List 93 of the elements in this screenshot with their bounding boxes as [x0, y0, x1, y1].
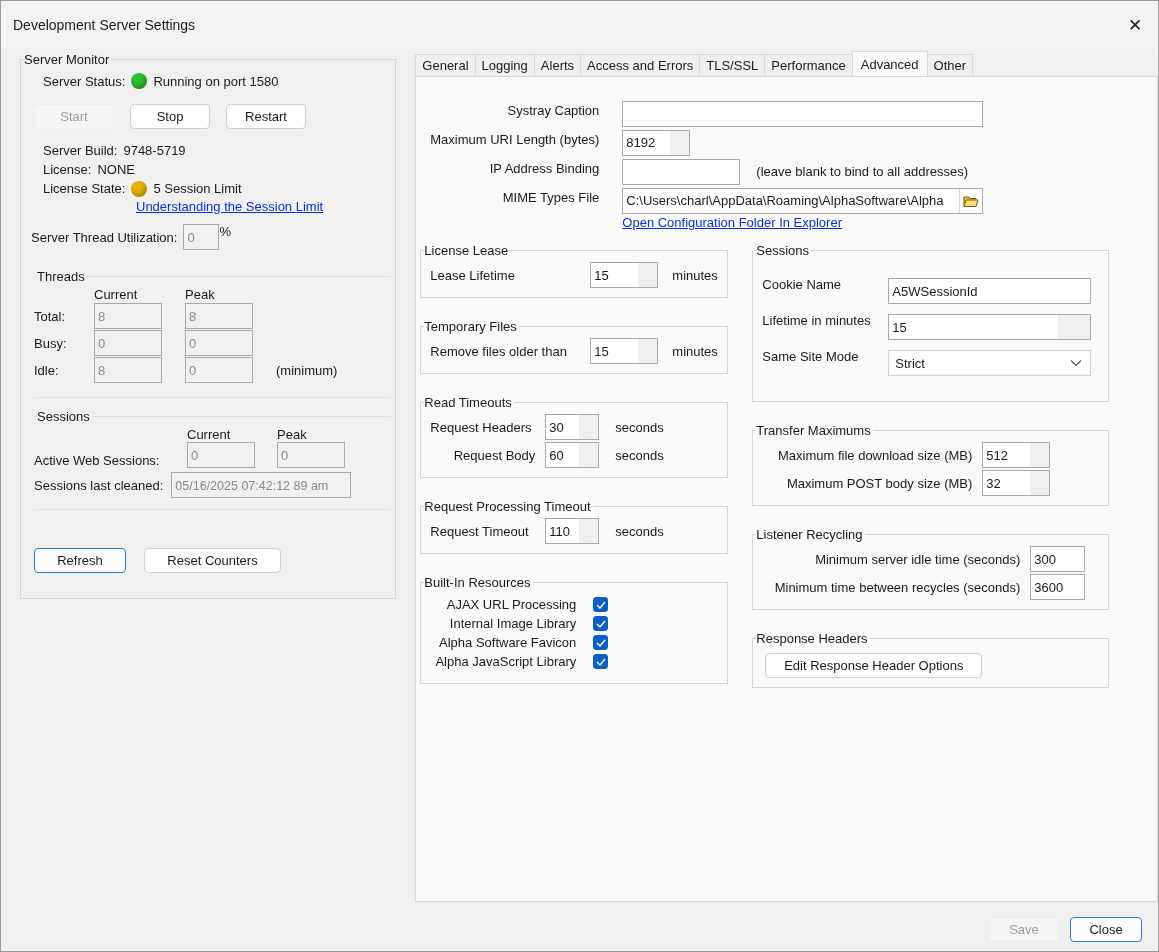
tab[interactable]: General [415, 54, 476, 76]
chevron-down-icon [1070, 359, 1083, 367]
field-label: Minimum time between recycles (seconds) [773, 579, 1021, 595]
unit-label: seconds [615, 523, 664, 539]
checkbox[interactable] [593, 597, 609, 612]
unit-label: seconds [615, 419, 664, 435]
row-label: Total: [34, 308, 67, 324]
row-label: Idle: [34, 362, 60, 378]
column-header: Current [94, 287, 139, 302]
group-title: Transfer Maximums [756, 423, 873, 438]
session-limit-link[interactable]: Understanding the Session Limit [136, 199, 324, 214]
column-header: Peak [277, 427, 308, 442]
percent-sign: % [219, 224, 231, 239]
unit-label: minutes [672, 267, 718, 283]
group-title: Listener Recycling [756, 527, 865, 542]
info-value: 9748-5719 [123, 143, 186, 158]
column-header: Peak [185, 287, 216, 302]
text-field[interactable] [622, 158, 741, 185]
monitor-action-button[interactable]: Reset Counters [144, 548, 281, 573]
field-label: Maximum file download size (MB) [776, 447, 973, 463]
field-label: Request Body [452, 447, 536, 463]
group-title: Request Processing Timeout [424, 499, 593, 514]
field-label: Alpha JavaScript Library [434, 654, 577, 669]
edit-headers-button[interactable]: Edit Response Header Options [765, 652, 983, 678]
info-label: Server Build: [43, 143, 118, 158]
field-label: Alpha Software Favicon [438, 635, 577, 650]
text-field[interactable]: 3600 [1030, 574, 1086, 600]
column-header: Current [187, 427, 232, 442]
group-title: Built-In Resources [424, 575, 533, 590]
number-field[interactable]: 30 [545, 414, 600, 440]
group-title: Sessions [756, 243, 812, 258]
field-label: Lease Lifetime [430, 267, 516, 283]
field-label: IP Address Binding [488, 161, 600, 176]
field-label: Maximum POST body size (MB) [785, 475, 973, 491]
row-label: Active Web Sessions: [34, 453, 161, 468]
text-field[interactable]: A5WSessionId [888, 278, 1092, 304]
window-title: Development Server Settings [13, 17, 196, 33]
checkbox[interactable] [593, 616, 609, 631]
field-label: Systray Caption [506, 103, 600, 118]
number-field[interactable]: 15 [590, 262, 659, 288]
field-label: Request Headers [430, 419, 533, 435]
info-value: NONE [97, 162, 135, 177]
field-label: MIME Types File [501, 190, 600, 205]
number-field[interactable]: 60 [545, 442, 600, 468]
text-field[interactable] [622, 100, 984, 127]
server-control-button[interactable]: Restart [226, 104, 306, 129]
row-label: Sessions last cleaned: [34, 477, 164, 493]
group-title: Read Timeouts [424, 395, 514, 410]
row-label: Busy: [34, 335, 68, 351]
utilization-label: Server Thread Utilization: [31, 229, 178, 245]
dialog-button[interactable]: Close [1070, 917, 1142, 942]
field-label: Lifetime in minutes [762, 313, 872, 328]
field-label: Request Timeout [430, 523, 530, 539]
note-text: (minimum) [276, 362, 339, 378]
group-title: Response Headers [756, 631, 870, 646]
text-field[interactable]: 300 [1030, 546, 1086, 572]
field-label: Same Site Mode [762, 349, 860, 364]
close-button[interactable]: ✕ [1112, 1, 1158, 49]
group-title: Temporary Files [424, 319, 519, 334]
status-text: Running on port 1580 [153, 73, 279, 89]
field-label: Remove files older than [430, 343, 568, 359]
info-label: License: [43, 162, 92, 177]
config-folder-link[interactable]: Open Configuration Folder In Explorer [622, 215, 842, 230]
group-title: Threads [37, 269, 87, 284]
number-field[interactable]: 110 [545, 518, 600, 544]
info-label: License State: [43, 181, 126, 196]
field-label: Cookie Name [762, 277, 843, 292]
status-label: Server Status: [43, 73, 126, 89]
info-value: 5 Session Limit [153, 181, 242, 196]
field-label: Internal Image Library [448, 616, 577, 631]
checkbox[interactable] [593, 654, 609, 669]
unit-label: minutes [672, 343, 718, 359]
hint-text: (leave blank to bind to all addresses) [756, 164, 969, 179]
checkbox[interactable] [593, 635, 609, 650]
number-field[interactable]: 512 [982, 442, 1051, 468]
dropdown[interactable]: Strict [888, 350, 1092, 376]
field-label: Minimum server idle time (seconds) [814, 551, 1021, 567]
tab[interactable]: Other [926, 54, 974, 76]
field-label: AJAX URL Processing [445, 597, 577, 612]
server-control-button[interactable]: Stop [130, 104, 210, 129]
tab[interactable]: Logging [474, 54, 535, 76]
file-path-field[interactable]: C:\Users\charl\AppData\Roaming\AlphaSoftware\Alpha [622, 187, 984, 214]
group-title: License Lease [424, 243, 511, 258]
number-field[interactable]: 32 [982, 470, 1051, 496]
monitor-action-button[interactable]: Refresh [34, 548, 126, 573]
number-field[interactable]: 15 [888, 314, 1092, 340]
number-field[interactable]: 8192 [622, 129, 691, 156]
tab[interactable]: Advanced [851, 51, 928, 76]
group-title: Sessions [37, 409, 92, 424]
number-field[interactable]: 15 [590, 338, 659, 364]
group-title: Server Monitor [24, 52, 112, 67]
unit-label: seconds [615, 447, 664, 463]
field-label: Maximum URI Length (bytes) [429, 132, 600, 147]
